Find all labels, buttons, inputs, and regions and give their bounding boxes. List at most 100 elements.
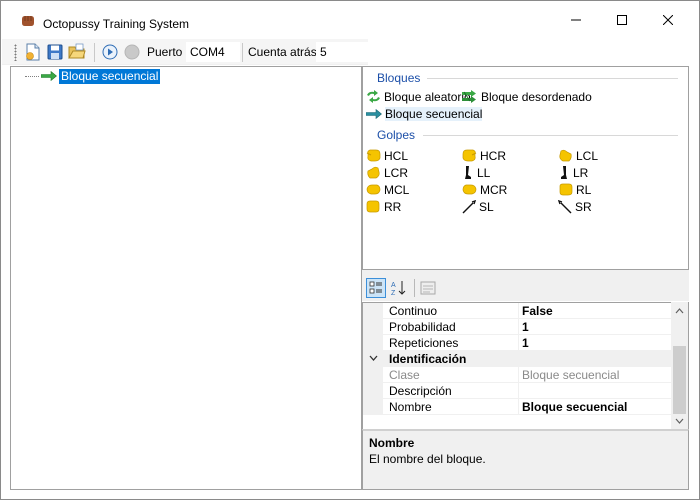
countdown-label: Cuenta atrás [248, 45, 317, 59]
palette-item-lr[interactable]: LR [558, 164, 588, 181]
palette-item-label: MCR [480, 182, 508, 197]
minimize-icon [571, 19, 581, 21]
property-category-identificacion[interactable]: Identificación [363, 351, 672, 367]
palette-item-mcr[interactable]: MCR [462, 181, 507, 198]
property-value[interactable]: Bloque secuencial [522, 400, 627, 414]
toolbar-grip[interactable] [14, 44, 17, 61]
column-divider[interactable] [518, 399, 519, 415]
property-row-repeticiones[interactable]: Repeticiones 1 [363, 335, 672, 351]
property-value[interactable]: 1 [522, 336, 529, 350]
save-icon[interactable] [46, 43, 64, 61]
column-divider[interactable] [518, 367, 519, 383]
palette-item-label: Bloque secuencial [385, 106, 483, 121]
scroll-down-button[interactable] [671, 412, 688, 429]
fist-app-icon [22, 16, 34, 26]
window-title: Octopussy Training System [43, 17, 190, 31]
toolbox-panel: Bloques Bloque aleatorio Bloque desorden… [362, 66, 689, 270]
maximize-button[interactable] [599, 1, 645, 39]
property-grid[interactable]: Continuo False Probabilidad 1 Repeticion… [362, 302, 689, 429]
palette-item-rr[interactable]: RR [366, 198, 401, 215]
property-value[interactable]: 1 [522, 320, 529, 334]
property-grid-scrollbar[interactable] [671, 302, 688, 429]
stop-icon[interactable] [123, 43, 141, 61]
scroll-thumb[interactable] [673, 346, 686, 414]
new-file-icon[interactable] [24, 43, 42, 61]
palette-item-sl[interactable]: SL [462, 198, 494, 215]
palette-item-label: LCR [384, 165, 409, 180]
palette-item-lcr[interactable]: LCR [366, 164, 408, 181]
categorized-view-button[interactable] [366, 278, 386, 298]
palette-item-hcr[interactable]: HCR [462, 147, 506, 164]
fist-icon [367, 166, 380, 179]
toolbar-separator [94, 43, 95, 62]
tree-node-label[interactable]: Bloque secuencial [59, 68, 161, 84]
close-button[interactable] [645, 1, 691, 39]
close-icon [663, 15, 673, 25]
property-pages-icon [420, 281, 436, 295]
palette-item-shuffle-block[interactable]: Bloque desordenado [462, 88, 592, 105]
column-divider[interactable] [518, 383, 519, 399]
property-value[interactable]: False [522, 304, 553, 318]
leg-icon [465, 165, 471, 179]
palette-item-mcl[interactable]: MCL [366, 181, 409, 198]
block-tree[interactable]: Bloque secuencial [10, 66, 362, 490]
row-margin [363, 319, 383, 335]
help-description: El nombre del bloque. [369, 452, 486, 466]
property-row-continuo[interactable]: Continuo False [363, 303, 672, 319]
title-bar[interactable]: Octopussy Training System [1, 1, 699, 39]
leg-icon [561, 165, 567, 179]
palette-item-label: RR [384, 199, 402, 214]
tree-node-root[interactable]: Bloque secuencial [25, 68, 161, 84]
categorized-list-icon [369, 281, 382, 294]
row-margin [363, 335, 383, 351]
row-line [383, 414, 672, 415]
property-name: Nombre [389, 400, 432, 414]
help-title: Nombre [369, 436, 415, 450]
play-icon[interactable] [101, 43, 119, 61]
minimize-button[interactable] [553, 1, 599, 39]
property-row-nombre[interactable]: Nombre Bloque secuencial [363, 399, 672, 415]
palette-item-rl[interactable]: RL [558, 181, 591, 198]
row-margin [363, 383, 383, 399]
column-divider[interactable] [518, 319, 519, 335]
sort-az-icon: A Z [391, 281, 406, 296]
fist-icon [366, 200, 380, 213]
countdown-field[interactable]: 5 [316, 42, 368, 62]
svg-text:A: A [391, 282, 396, 289]
property-pages-button[interactable] [418, 278, 438, 298]
palette-item-random-block[interactable]: Bloque aleatorio [366, 88, 471, 105]
port-label: Puerto [147, 45, 183, 59]
palette-item-sr[interactable]: SR [558, 198, 592, 215]
fist-icon [559, 183, 573, 196]
open-folder-icon[interactable] [68, 43, 86, 61]
sequential-block-icon [366, 108, 382, 119]
column-divider[interactable] [518, 335, 519, 351]
palette-item-hcl[interactable]: HCL [366, 147, 408, 164]
stick-icon [558, 199, 572, 213]
alphabetical-sort-button[interactable]: A Z [389, 278, 409, 298]
palette-item-ll[interactable]: LL [462, 164, 490, 181]
palette-item-sequential-block[interactable]: Bloque secuencial [366, 105, 483, 122]
toolbar-separator [414, 279, 415, 297]
main-toolbar: Puerto COM4 Cuenta atrás 5 [2, 39, 368, 65]
property-row-clase[interactable]: Clase Bloque secuencial [363, 367, 672, 383]
property-grid-toolbar: A Z [362, 273, 689, 301]
port-field[interactable]: COM4 [186, 42, 240, 62]
random-block-icon [367, 90, 380, 103]
property-value: Bloque secuencial [522, 368, 620, 382]
scroll-up-button[interactable] [671, 302, 688, 319]
palette-item-label: LCL [576, 148, 599, 163]
chevron-down-icon[interactable] [369, 355, 378, 362]
hits-section-title: Golpes [377, 128, 416, 142]
column-divider[interactable] [518, 303, 519, 319]
tree-connector [25, 75, 39, 77]
property-name: Descripción [389, 384, 452, 398]
property-row-descripcion[interactable]: Descripción [363, 383, 672, 399]
chevron-down-icon [675, 418, 684, 424]
svg-text:Z: Z [391, 290, 396, 296]
palette-item-lcl[interactable]: LCL [558, 147, 598, 164]
property-row-probabilidad[interactable]: Probabilidad 1 [363, 319, 672, 335]
toolbar-separator [242, 43, 243, 62]
maximize-icon [617, 15, 627, 25]
fist-icon [462, 149, 477, 162]
